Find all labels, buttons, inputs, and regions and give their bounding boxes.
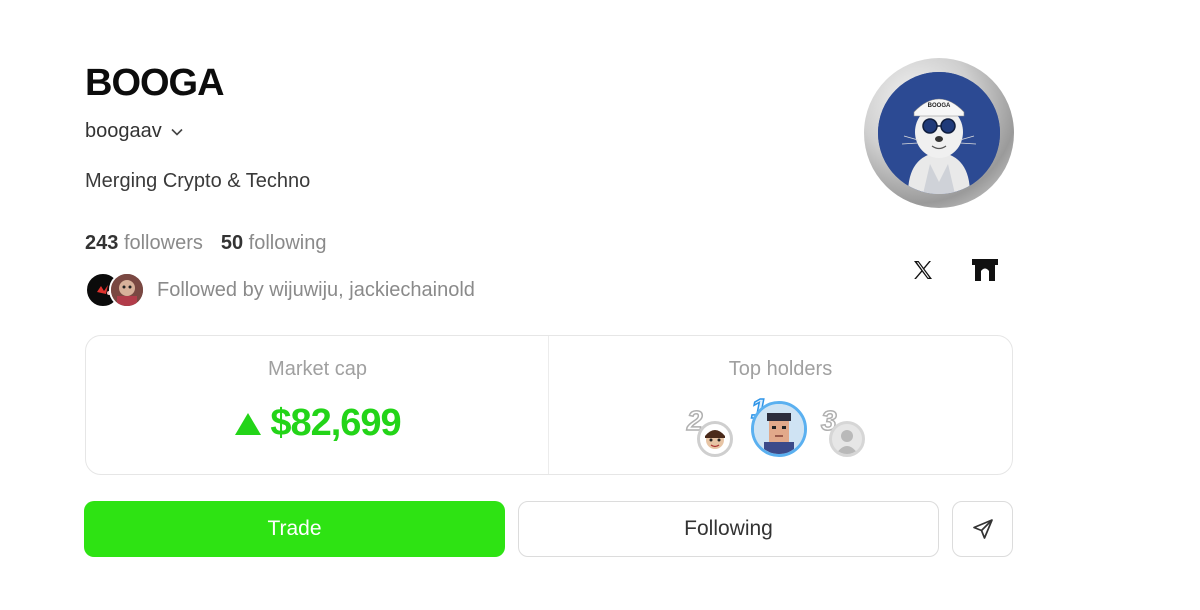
followers-count: 243	[85, 232, 119, 254]
holder-avatar[interactable]	[829, 421, 865, 457]
handle-text: boogaav	[85, 120, 162, 142]
holder-avatar[interactable]	[697, 421, 733, 457]
follow-stats: 243 followers 50 following	[85, 232, 327, 255]
x-link[interactable]	[908, 255, 938, 285]
followed-by-text: Followed by wijuwiju, jackiechainold	[157, 278, 475, 301]
following-button[interactable]: Following	[518, 501, 939, 557]
chevron-down-icon	[171, 128, 183, 136]
profile-avatar: BOOGA	[864, 58, 1014, 208]
send-icon	[972, 519, 993, 539]
following-stat[interactable]: 50 following	[221, 232, 327, 255]
cap-text: BOOGA	[928, 103, 951, 109]
trend-up-icon	[235, 412, 262, 435]
share-button[interactable]	[952, 501, 1013, 557]
market-cap-label: Market cap	[268, 358, 367, 380]
market-cap-value-row: $82,699	[86, 402, 549, 445]
follower-avatar	[109, 272, 145, 308]
handle-dropdown[interactable]: boogaav	[85, 120, 184, 143]
profile-bio: Merging Crypto & Techno	[85, 170, 311, 192]
x-logo-icon	[914, 261, 932, 279]
top-holders-list: 2 1 3	[685, 392, 875, 465]
gate-link[interactable]	[970, 255, 1000, 285]
trade-button[interactable]: Trade	[84, 501, 505, 557]
following-label: following	[248, 232, 327, 254]
following-count: 50	[220, 232, 244, 254]
profile-name: BOOGA	[85, 62, 225, 104]
top-holders-label: Top holders	[728, 358, 833, 380]
followed-by[interactable]: Followed by wijuwiju, jackiechainold	[85, 272, 475, 308]
market-cap-value: $82,699	[270, 402, 401, 444]
holder-avatar[interactable]	[751, 401, 807, 457]
followers-label: followers	[123, 232, 203, 254]
followers-stat[interactable]: 243 followers	[85, 232, 203, 255]
gate-logo-icon	[972, 259, 998, 281]
